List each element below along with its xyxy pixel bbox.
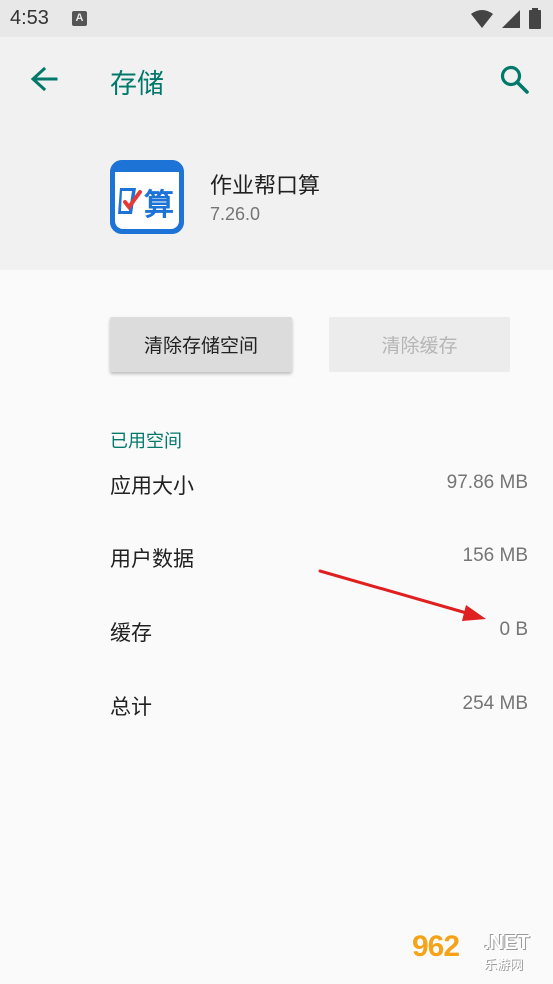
storage-row-user-data: 用户数据 156 MB bbox=[110, 543, 528, 583]
storage-row-total: 总计 254 MB bbox=[110, 691, 528, 731]
notification-icon: A bbox=[72, 11, 87, 26]
watermark-logo: 962 .NET 乐游网 bbox=[412, 930, 547, 976]
search-button[interactable] bbox=[499, 64, 531, 96]
app-header: 存储 算 作业帮口算 7.26.0 bbox=[0, 37, 553, 270]
signal-icon bbox=[502, 9, 520, 28]
battery-icon bbox=[529, 8, 541, 29]
wifi-icon bbox=[471, 9, 493, 28]
row-label: 总计 bbox=[110, 695, 152, 719]
row-value: 0 B bbox=[499, 619, 528, 640]
storage-row-app-size: 应用大小 97.86 MB bbox=[110, 470, 528, 510]
watermark-main: 962 bbox=[412, 930, 460, 963]
row-label: 缓存 bbox=[110, 621, 152, 645]
row-label: 应用大小 bbox=[110, 474, 194, 498]
app-icon: 算 bbox=[110, 160, 184, 234]
status-icons bbox=[471, 8, 541, 29]
app-version: 7.26.0 bbox=[210, 204, 261, 224]
app-name: 作业帮口算 bbox=[210, 174, 321, 199]
app-logo-icon: 算 bbox=[110, 160, 184, 234]
storage-row-cache: 缓存 0 B bbox=[110, 617, 528, 657]
row-value: 254 MB bbox=[462, 693, 528, 714]
back-button[interactable] bbox=[28, 64, 60, 96]
row-value: 156 MB bbox=[462, 545, 528, 566]
used-space-label: 已用空间 bbox=[110, 431, 182, 452]
page-title: 存储 bbox=[110, 69, 164, 100]
status-bar: 4:53 A bbox=[0, 0, 553, 37]
watermark-net: .NET bbox=[484, 932, 530, 954]
clear-cache-button[interactable]: 清除缓存 bbox=[329, 317, 510, 372]
clear-storage-button[interactable]: 清除存储空间 bbox=[110, 317, 292, 372]
watermark-cn: 乐游网 bbox=[484, 958, 524, 973]
row-value: 97.86 MB bbox=[446, 472, 528, 493]
svg-text:算: 算 bbox=[144, 188, 174, 223]
row-label: 用户数据 bbox=[110, 547, 194, 571]
status-time: 4:53 bbox=[10, 7, 49, 29]
arrow-back-icon bbox=[30, 66, 58, 92]
search-icon bbox=[500, 65, 529, 94]
